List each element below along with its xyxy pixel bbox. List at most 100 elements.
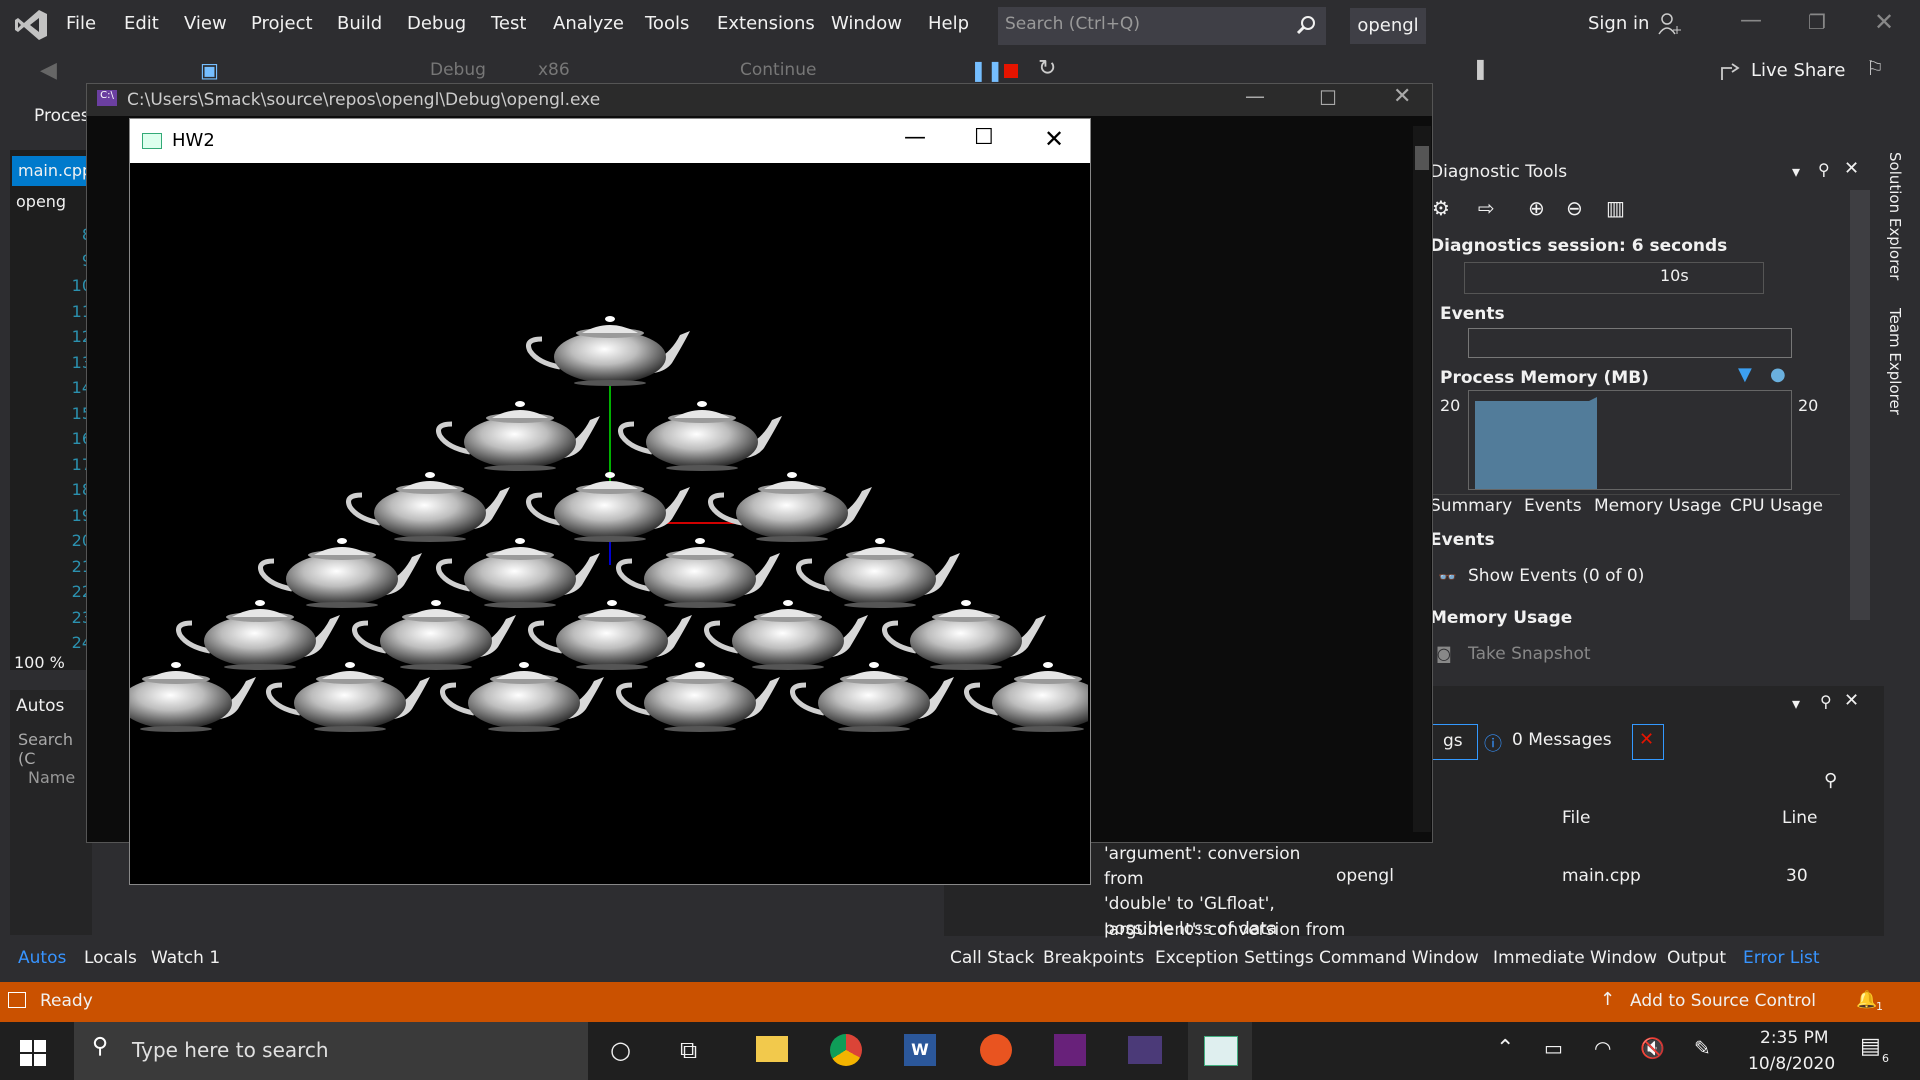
add-to-source-control[interactable]: Add to Source Control — [1630, 991, 1816, 1011]
wifi-icon[interactable]: ◠ — [1594, 1036, 1611, 1060]
autos-search[interactable]: Search (C — [18, 730, 92, 768]
settings-icon[interactable]: ⚙ — [1432, 196, 1450, 220]
take-snapshot-button[interactable]: Take Snapshot — [1468, 644, 1591, 664]
battery-icon[interactable]: ▭ — [1544, 1036, 1563, 1060]
tab-memory-usage[interactable]: Memory Usage — [1594, 496, 1722, 516]
tab-call-stack[interactable]: Call Stack — [950, 948, 1034, 968]
maximize-icon[interactable]: ☐ — [1319, 86, 1337, 110]
visual-studio-icon[interactable] — [1054, 1034, 1086, 1066]
menu-debug[interactable]: Debug — [407, 13, 466, 34]
notification-bell-icon[interactable]: 🔔 — [1856, 990, 1877, 1010]
close-icon[interactable]: ✕ — [1844, 158, 1859, 179]
stop-icon[interactable] — [1004, 64, 1018, 78]
task-view-icon[interactable]: ⧉ — [680, 1036, 697, 1064]
console-icon[interactable] — [1128, 1036, 1162, 1064]
tab-locals[interactable]: Locals — [84, 948, 137, 968]
team-explorer-tab[interactable]: Team Explorer — [1886, 308, 1904, 415]
chart-icon[interactable]: ▥ — [1606, 196, 1625, 220]
sign-in-link[interactable]: Sign in — [1588, 13, 1649, 34]
close-icon[interactable]: ✕ — [1044, 125, 1064, 153]
search-icon[interactable]: ⚲ — [1824, 770, 1837, 791]
volume-mute-icon[interactable]: 🔇 — [1640, 1036, 1665, 1060]
show-events-link[interactable]: Show Events (0 of 0) — [1468, 566, 1644, 586]
tab-error-list[interactable]: Error List — [1743, 948, 1820, 968]
pause-icon[interactable]: ❚❚ — [970, 58, 1004, 82]
solution-explorer-tab[interactable]: Solution Explorer — [1886, 152, 1904, 280]
maximize-icon[interactable]: ☐ — [974, 125, 994, 150]
minimize-icon[interactable]: — — [1740, 8, 1762, 33]
config-dropdown[interactable]: Debug — [430, 60, 486, 80]
tab-main-cpp[interactable]: main.cpp — [12, 156, 92, 186]
search-input[interactable]: Search (Ctrl+Q) — [998, 7, 1326, 45]
minimize-icon[interactable]: — — [904, 125, 926, 150]
diag-scrollbar[interactable] — [1850, 190, 1870, 620]
file-explorer-icon[interactable] — [756, 1036, 788, 1062]
menu-extensions[interactable]: Extensions — [717, 13, 815, 34]
continue-button[interactable]: Continue — [740, 60, 816, 80]
tab-watch-1[interactable]: Watch 1 — [151, 948, 220, 968]
export-icon[interactable]: ⇨ — [1478, 196, 1495, 220]
user-add-icon[interactable] — [1657, 12, 1681, 36]
menu-test[interactable]: Test — [491, 13, 526, 34]
close-icon[interactable]: ✕ — [1393, 84, 1411, 109]
live-share-icon[interactable] — [1718, 60, 1742, 84]
project-dropdown[interactable]: openg — [16, 192, 66, 211]
opengl-canvas[interactable] — [130, 163, 1088, 883]
zoom-in-icon[interactable]: ⊕ — [1528, 196, 1545, 220]
zoom-level[interactable]: 100 % — [14, 653, 65, 672]
minimize-icon[interactable]: — — [1245, 84, 1265, 108]
tab-immediate-window[interactable]: Immediate Window — [1493, 948, 1657, 968]
clear-filter-button[interactable]: ✕ — [1632, 724, 1664, 760]
platform-dropdown[interactable]: x86 — [538, 60, 570, 80]
timeline-ruler[interactable] — [1464, 262, 1764, 294]
pin-icon[interactable]: ⚲ — [1818, 160, 1830, 179]
tab-autos[interactable]: Autos — [18, 948, 66, 968]
back-icon[interactable]: ◀ — [40, 58, 57, 83]
menu-file[interactable]: File — [66, 13, 96, 34]
cortana-icon[interactable]: ○ — [610, 1036, 631, 1064]
menu-edit[interactable]: Edit — [124, 13, 159, 34]
tab-cpu-usage[interactable]: CPU Usage — [1730, 496, 1823, 516]
menu-view[interactable]: View — [184, 13, 227, 34]
messages-filter-button[interactable]: 0 Messages — [1512, 730, 1612, 750]
tab-events[interactable]: Events — [1524, 496, 1582, 516]
line-column-header[interactable]: Line — [1782, 808, 1817, 828]
tab-command-window[interactable]: Command Window — [1319, 948, 1479, 968]
console-scrollbar[interactable] — [1413, 126, 1431, 832]
clock-time[interactable]: 2:35 PM — [1760, 1028, 1829, 1048]
pin-icon[interactable]: ⚲ — [1820, 692, 1832, 711]
tab-summary[interactable]: Summary — [1430, 496, 1512, 516]
file-column-header[interactable]: File — [1562, 808, 1590, 828]
word-icon[interactable]: W — [904, 1034, 936, 1066]
clock-date[interactable]: 10/8/2020 — [1748, 1054, 1835, 1074]
menu-window[interactable]: Window — [831, 13, 902, 34]
taskbar-search-input[interactable]: ⚲ Type here to search — [74, 1022, 588, 1080]
menu-help[interactable]: Help — [928, 13, 969, 34]
feedback-icon[interactable]: ⚐ — [1866, 56, 1884, 80]
menu-tools[interactable]: Tools — [645, 13, 689, 34]
windows-start-icon[interactable] — [20, 1040, 46, 1066]
menu-analyze[interactable]: Analyze — [553, 13, 624, 34]
restore-icon[interactable]: ❐ — [1808, 10, 1826, 34]
ubuntu-icon[interactable] — [980, 1034, 1012, 1066]
tab-breakpoints[interactable]: Breakpoints — [1043, 948, 1144, 968]
dropdown-icon[interactable]: ▾ — [1792, 162, 1800, 181]
dropdown-icon[interactable]: ▾ — [1792, 694, 1800, 713]
save-icon[interactable]: ▣ — [200, 58, 219, 82]
tab-exception-settings[interactable]: Exception Settings — [1155, 948, 1314, 968]
tray-chevron-icon[interactable]: ⌃ — [1496, 1036, 1514, 1061]
action-center-icon[interactable]: ▤ — [1860, 1034, 1881, 1059]
close-icon[interactable]: ✕ — [1874, 8, 1894, 36]
menu-build[interactable]: Build — [337, 13, 382, 34]
live-share-button[interactable]: Live Share — [1751, 60, 1845, 81]
warnings-filter-button[interactable]: gs — [1432, 724, 1478, 760]
chrome-icon[interactable] — [830, 1034, 862, 1066]
error-file[interactable]: main.cpp — [1562, 866, 1641, 886]
zoom-out-icon[interactable]: ⊖ — [1566, 196, 1583, 220]
tab-output[interactable]: Output — [1667, 948, 1726, 968]
bookmark-icon[interactable]: ❚ — [1472, 56, 1489, 80]
restart-icon[interactable]: ↻ — [1038, 56, 1056, 81]
close-icon[interactable]: ✕ — [1844, 690, 1859, 711]
menu-project[interactable]: Project — [251, 13, 313, 34]
pen-icon[interactable]: ✎ — [1694, 1036, 1711, 1060]
